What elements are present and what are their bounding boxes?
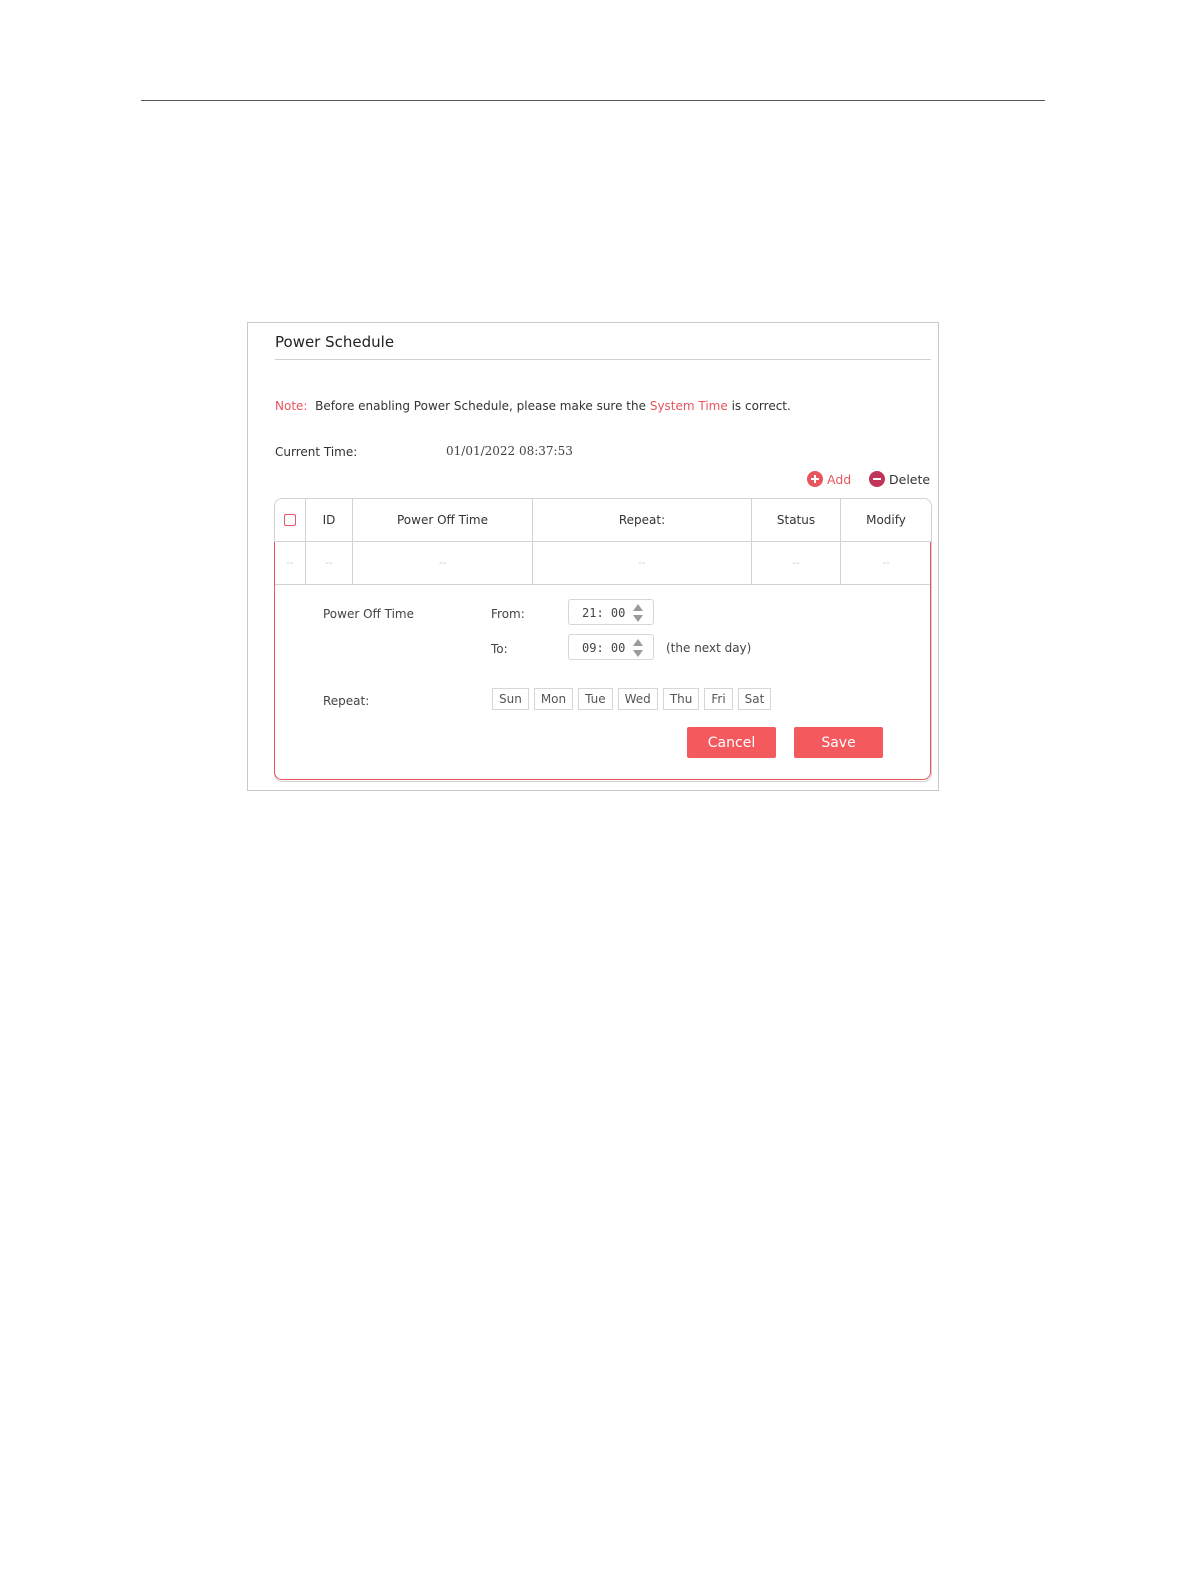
header-power-off-time: Power Off Time (353, 499, 533, 541)
note-text: Before enabling Power Schedule, please m… (315, 399, 646, 413)
add-button[interactable]: Add (807, 471, 851, 487)
delete-button[interactable]: Delete (869, 471, 930, 487)
page-header-rule (141, 100, 1045, 101)
repeat-day-selector: Sun Mon Tue Wed Thu Fri Sat (492, 688, 772, 710)
header-select-all-cell (275, 499, 306, 541)
power-schedule-panel: Power Schedule Note: Before enabling Pow… (247, 322, 939, 791)
remove-circle-icon (869, 471, 885, 487)
day-thu[interactable]: Thu (662, 688, 700, 710)
note-label: Note: (275, 399, 308, 413)
next-day-note: (the next day) (666, 641, 752, 655)
delete-label: Delete (889, 471, 931, 487)
repeat-label: Repeat: (323, 694, 370, 708)
header-id: ID (306, 499, 353, 541)
from-label: From: (491, 607, 525, 621)
add-label: Add (827, 471, 852, 487)
power-off-time-label: Power Off Time (323, 607, 414, 621)
table-header-row: ID Power Off Time Repeat: Status Modify (275, 499, 931, 542)
header-repeat: Repeat: (533, 499, 752, 541)
day-wed[interactable]: Wed (617, 688, 658, 710)
select-all-checkbox[interactable] (284, 514, 296, 526)
to-label: To: (491, 642, 508, 656)
add-circle-icon (807, 471, 823, 487)
header-modify: Modify (866, 513, 906, 527)
day-sun[interactable]: Sun (492, 688, 529, 710)
save-button[interactable]: Save (794, 727, 883, 758)
arrow-down-icon[interactable] (633, 615, 643, 622)
current-time-value: 01/01/2022 08:37:53 (446, 444, 573, 458)
note-line: Note: Before enabling Power Schedule, pl… (275, 399, 791, 413)
current-time-label: Current Time: (275, 445, 358, 459)
panel-title: Power Schedule (275, 333, 395, 351)
day-fri[interactable]: Fri (704, 688, 733, 710)
day-tue[interactable]: Tue (578, 688, 613, 710)
day-mon[interactable]: Mon (533, 688, 574, 710)
arrow-down-icon[interactable] (633, 650, 643, 657)
system-time-link[interactable]: System Time (650, 399, 728, 413)
from-time-spinner[interactable]: 21: 00 (568, 599, 654, 625)
from-time-value: 21: 00 (582, 606, 626, 620)
note-text-end: is correct. (731, 399, 791, 413)
to-time-value: 09: 00 (582, 641, 626, 655)
arrow-up-icon[interactable] (633, 604, 643, 611)
arrow-up-icon[interactable] (633, 639, 643, 646)
to-time-spinner[interactable]: 09: 00 (568, 634, 654, 660)
day-sat[interactable]: Sat (737, 688, 772, 710)
header-status: Status (752, 499, 841, 541)
cancel-button[interactable]: Cancel (687, 727, 776, 758)
title-divider (275, 359, 931, 360)
